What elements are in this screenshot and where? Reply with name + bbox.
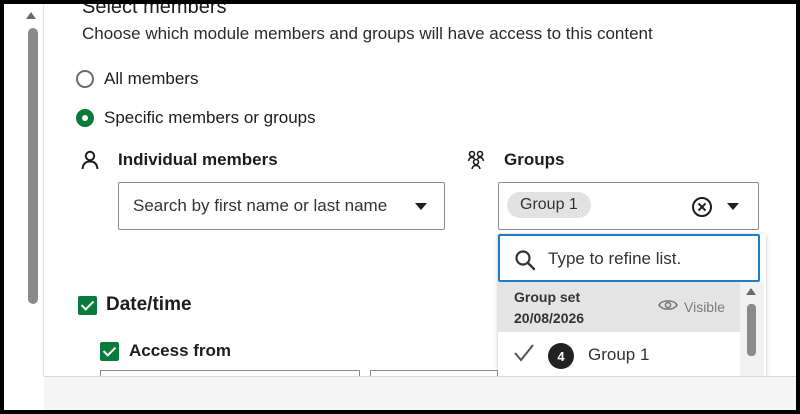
scroll-up-arrow-icon[interactable] [26,12,36,19]
content-frame: Select members Choose which module membe… [4,4,796,410]
groups-icon [466,150,486,170]
scrollbar-thumb[interactable] [28,28,38,304]
group-chip[interactable]: Group 1 [507,192,591,218]
access-from-checkbox[interactable] [100,342,119,361]
group-option-label: Group 1 [588,345,650,364]
groups-dropdown: Type to refine list. Group set 20/08/202… [498,234,766,376]
group-set-header: Group set 20/08/2026 Visible [498,282,740,332]
eye-icon [658,298,678,315]
access-from-label: Access from [129,341,232,360]
individual-members-placeholder: Search by first name or last name [133,196,388,215]
date-time-label: Date/time [106,294,192,315]
visibility-indicator: Visible [658,298,725,315]
date-time-checkbox[interactable] [78,296,97,315]
member-count-badge: 4 [548,343,574,369]
refine-placeholder: Type to refine list. [548,249,682,268]
groups-text: Groups [504,150,565,169]
chevron-down-icon[interactable] [727,203,739,210]
radio-label: All members [104,69,199,88]
group-option-row[interactable]: 4 Group 1 [498,332,740,376]
bottom-bar [44,376,796,410]
individual-members-text: Individual members [118,150,278,169]
groups-label: Groups [466,150,564,170]
scroll-up-arrow-icon[interactable] [746,288,756,295]
clear-icon[interactable] [692,197,712,217]
individual-members-select[interactable]: Search by first name or last name [118,182,445,230]
visibility-label: Visible [684,298,725,315]
group-set-title: Group set [514,289,581,305]
radio-button-unchecked[interactable] [76,70,94,88]
individual-members-label: Individual members [80,150,278,170]
page-scrollbar[interactable] [4,4,44,376]
select-members-description: Choose which module members and groups w… [82,24,653,43]
select-members-title: Select members [82,4,227,18]
radio-button-checked[interactable] [76,109,94,127]
search-icon [514,249,536,276]
checkmark-icon [512,343,536,368]
person-icon [80,150,100,170]
radio-label: Specific members or groups [104,108,316,127]
groups-select[interactable]: Group 1 [498,182,759,230]
dropdown-scrollbar[interactable] [740,282,764,376]
group-set-date: 20/08/2026 [514,310,585,326]
radio-all-members[interactable]: All members [76,69,198,89]
chevron-down-icon[interactable] [415,203,427,210]
dropdown-scrollbar-thumb[interactable] [747,304,756,356]
radio-specific-members[interactable]: Specific members or groups [76,108,316,128]
refine-search-input[interactable]: Type to refine list. [498,234,760,282]
